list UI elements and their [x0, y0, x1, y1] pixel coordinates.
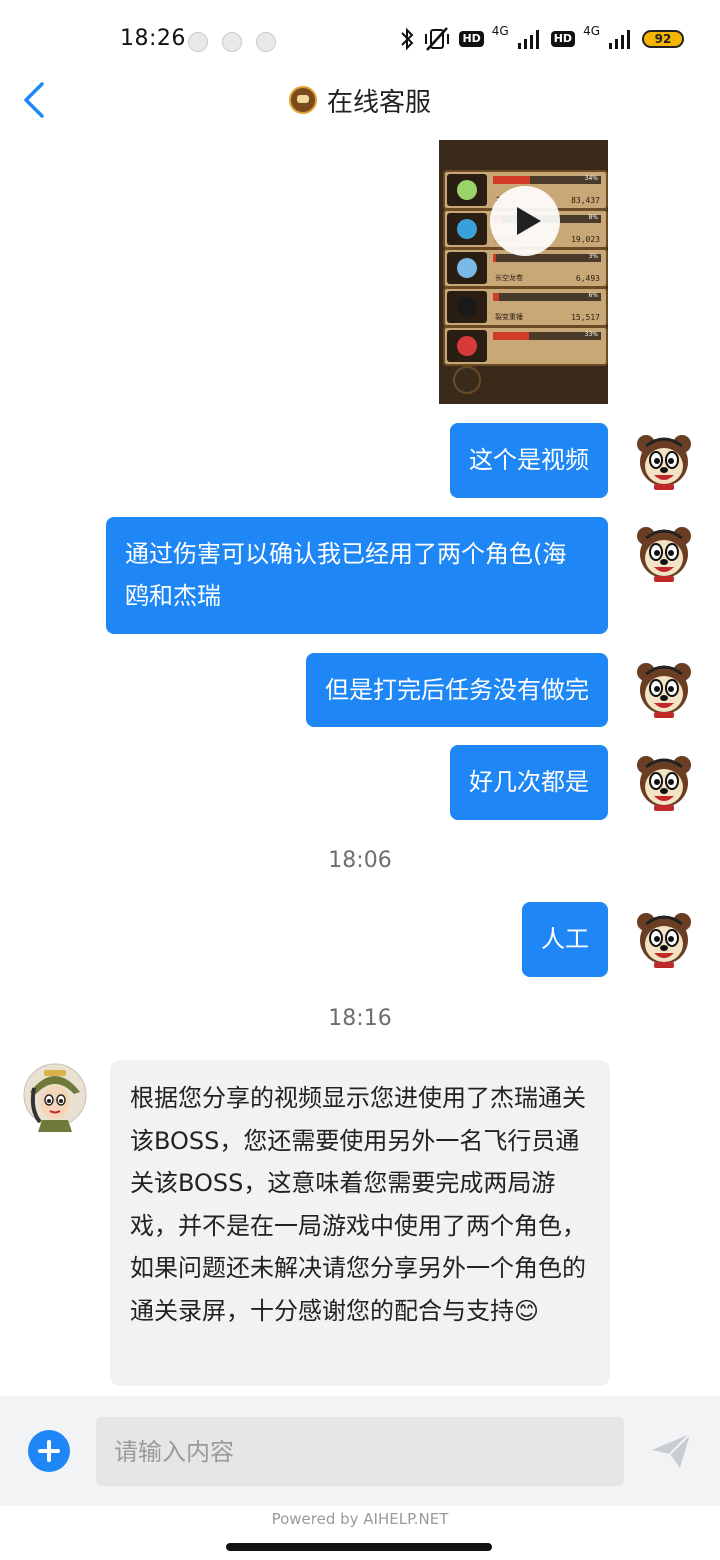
character-icon	[447, 291, 487, 323]
signal-icon	[517, 30, 539, 49]
play-button[interactable]	[490, 186, 560, 256]
timestamp: 18:16	[328, 1006, 392, 1031]
character-name: 裂变重锤	[495, 313, 523, 321]
video-row: 33%	[443, 326, 608, 366]
damage-percent: 6%	[588, 292, 598, 299]
signal-icon	[609, 30, 630, 49]
character-icon	[447, 174, 487, 206]
user-avatar[interactable]	[632, 906, 696, 970]
user-avatar[interactable]	[632, 749, 696, 813]
video-header-text	[479, 142, 569, 162]
message-input[interactable]	[96, 1417, 624, 1486]
network-type: 4G	[491, 24, 509, 38]
status-time: 18:26	[120, 26, 186, 51]
footer: Powered by AIHELP.NET	[0, 1506, 720, 1560]
bluetooth-icon	[401, 27, 414, 51]
outgoing-message: 通过伤害可以确认我已经用了两个角色(海鸥和杰瑞	[106, 517, 608, 634]
character-icon	[447, 330, 487, 362]
hd-badge: HD	[459, 31, 484, 47]
timestamp: 18:06	[328, 848, 392, 873]
notification-icon	[188, 32, 208, 52]
home-indicator[interactable]	[226, 1543, 492, 1551]
outgoing-message: 人工	[522, 902, 608, 977]
video-bottom-icon	[453, 366, 481, 394]
agent-avatar[interactable]	[22, 1062, 88, 1132]
damage-percent: 8%	[588, 214, 598, 221]
damage-value: 19,023	[571, 235, 600, 244]
notification-icon	[256, 32, 276, 52]
user-avatar[interactable]	[632, 428, 696, 492]
user-avatar[interactable]	[632, 656, 696, 720]
header-title-group: 在线客服	[0, 82, 720, 119]
character-name: 长空龙卷	[495, 274, 523, 282]
character-icon	[447, 252, 487, 284]
status-right: HD 4G HD 4G 92	[399, 24, 684, 52]
damage-value: 6,493	[575, 274, 600, 283]
damage-percent: 34%	[584, 175, 598, 182]
powered-by: Powered by AIHELP.NET	[271, 1510, 449, 1528]
send-button[interactable]	[648, 1428, 694, 1474]
damage-value: 15,517	[571, 313, 600, 322]
damage-bar	[493, 254, 601, 262]
outgoing-message: 好几次都是	[450, 745, 608, 820]
chat-area[interactable]: 34%主83,4378%海鸥蛋19,0233%长空龙卷6,4936%裂变重锤15…	[0, 140, 720, 1395]
damage-value: 83,437	[571, 196, 600, 205]
damage-bar	[493, 293, 601, 301]
battery-indicator: 92	[642, 30, 684, 48]
damage-percent: 33%	[584, 331, 598, 338]
add-attachment-button[interactable]	[28, 1430, 70, 1472]
user-avatar[interactable]	[632, 520, 696, 584]
hd-badge: HD	[550, 31, 576, 47]
character-icon	[447, 213, 487, 245]
page-title: 在线客服	[326, 88, 431, 118]
notification-icon	[222, 32, 242, 52]
vibrate-off-icon	[425, 27, 450, 51]
game-logo-icon	[288, 86, 317, 114]
video-row: 6% 裂变重锤 15,517	[443, 287, 608, 327]
video-message[interactable]: 34%主83,4378%海鸥蛋19,0233%长空龙卷6,4936%裂变重锤15…	[439, 140, 608, 404]
outgoing-message: 这个是视频	[450, 423, 608, 498]
incoming-message: 根据您分享的视频显示您进使用了杰瑞通关该BOSS，您还需要使用另外一名飞行员通关…	[110, 1060, 610, 1386]
network-type: 4G	[583, 24, 600, 38]
damage-percent: 3%	[588, 253, 598, 260]
outgoing-message: 但是打完后任务没有做完	[306, 653, 608, 727]
chat-header: 在线客服	[0, 60, 720, 140]
notification-icons	[188, 32, 276, 52]
input-bar	[0, 1396, 720, 1506]
